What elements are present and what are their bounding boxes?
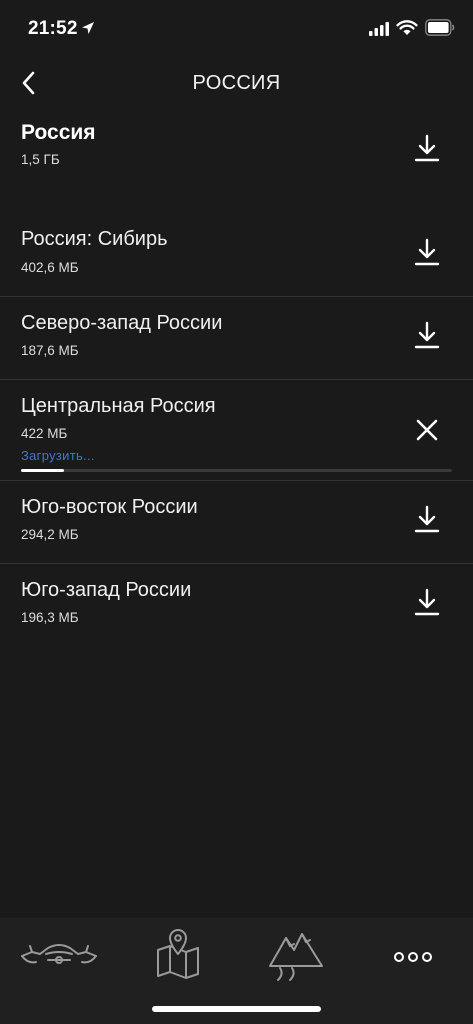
- mountains-icon[interactable]: [266, 924, 328, 986]
- list-item-title: Юго-восток России: [21, 496, 198, 518]
- list-item-title: Центральная Россия: [21, 395, 216, 417]
- download-icon[interactable]: [404, 580, 450, 626]
- list-item-size: 402,6 МБ: [21, 260, 79, 275]
- list-item-size: 422 МБ: [21, 426, 68, 441]
- location-arrow-icon: [82, 22, 94, 34]
- list-item[interactable]: Северо-запад России 187,6 МБ: [0, 297, 473, 379]
- map-pin-icon[interactable]: [150, 924, 206, 986]
- list-item[interactable]: Юго-восток России 294,2 МБ: [0, 481, 473, 563]
- download-progress-fill: [21, 469, 65, 472]
- home-indicator: [152, 1006, 321, 1012]
- close-icon[interactable]: [404, 407, 450, 453]
- page-title: РОССИЯ: [192, 72, 281, 94]
- download-icon[interactable]: [404, 126, 450, 172]
- download-progress-bar: [21, 469, 452, 472]
- motorcycle-icon[interactable]: [18, 924, 100, 986]
- battery-icon: [425, 19, 455, 36]
- status-bar: 21:52: [0, 0, 473, 58]
- nav-bar: РОССИЯ: [0, 58, 473, 108]
- more-dots-icon[interactable]: [390, 924, 436, 986]
- download-icon[interactable]: [404, 230, 450, 276]
- list-item-size: 196,3 МБ: [21, 610, 79, 625]
- wifi-icon: [396, 20, 418, 35]
- region-size: 1,5 ГБ: [21, 152, 60, 167]
- list-item-size: 187,6 МБ: [21, 343, 79, 358]
- region-name: Россия: [21, 121, 96, 144]
- download-icon[interactable]: [404, 497, 450, 543]
- list-item-title: Юго-запад России: [21, 579, 192, 601]
- cellular-signal-icon: [369, 22, 389, 36]
- download-status: Загрузить...: [21, 448, 95, 463]
- list-item-title: Северо-запад России: [21, 312, 223, 334]
- region-header[interactable]: Россия 1,5 ГБ: [0, 110, 473, 190]
- list-item[interactable]: Россия: Сибирь 402,6 МБ: [0, 210, 473, 296]
- list-item-title: Россия: Сибирь: [21, 228, 168, 250]
- list-item-downloading[interactable]: Центральная Россия 422 МБ: [0, 380, 473, 480]
- download-icon[interactable]: [404, 313, 450, 359]
- status-time: 21:52: [28, 18, 78, 39]
- list-item-size: 294,2 МБ: [21, 527, 79, 542]
- list-item[interactable]: Юго-запад России 196,3 МБ: [0, 564, 473, 646]
